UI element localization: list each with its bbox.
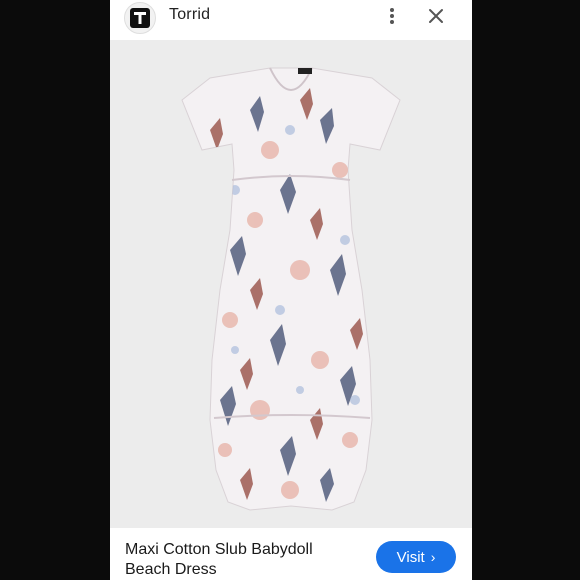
chevron-right-icon: › [430,549,436,565]
top-bar: Torrid [110,0,472,40]
more-vert-icon [390,8,394,24]
product-image[interactable] [110,40,472,528]
product-title[interactable]: Maxi Cotton Slub Babydoll Beach Dress [125,540,355,580]
close-button[interactable] [424,4,448,28]
dress-illustration [181,67,401,511]
logo-glyph [130,8,150,28]
result-card: Torrid Maxi Cotton Slub Babydoll Beach D… [110,0,472,580]
close-icon [429,9,443,23]
visit-label: Visit [396,548,425,566]
torrid-logo [124,2,156,34]
visit-button[interactable]: Visit › [376,541,456,573]
card-footer: Maxi Cotton Slub Babydoll Beach Dress Vi… [110,528,472,580]
more-options-button[interactable] [380,4,404,28]
brand-name: Torrid [169,6,211,23]
